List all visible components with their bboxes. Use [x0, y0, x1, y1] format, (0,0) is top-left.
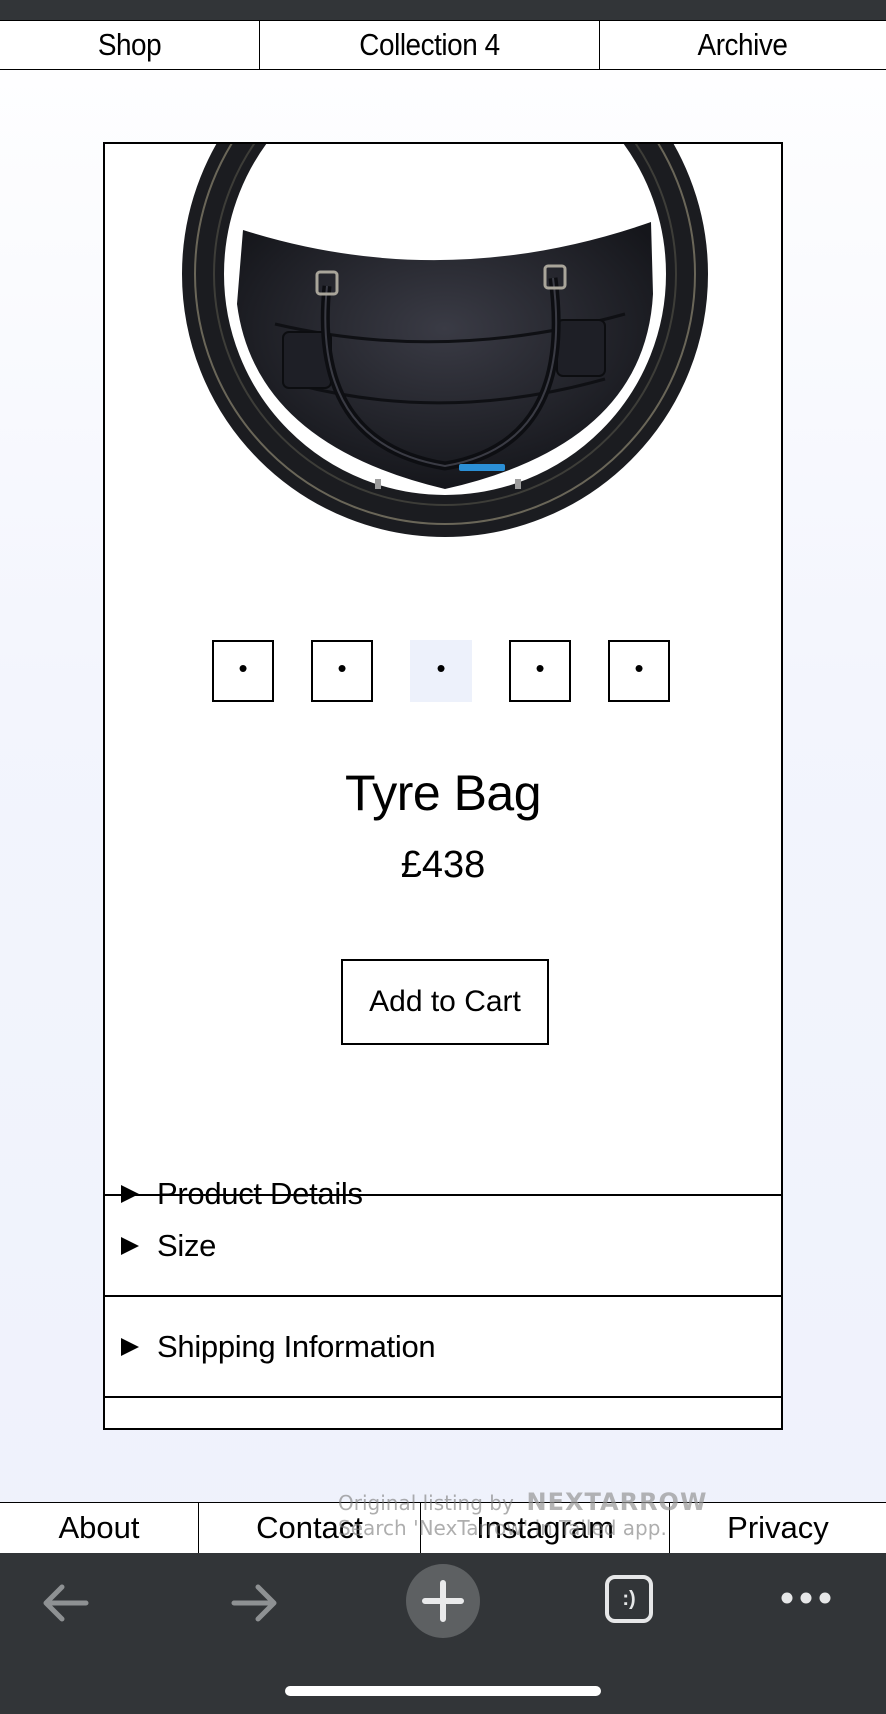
add-to-cart-button[interactable]: Add to Cart	[341, 959, 549, 1045]
thumbnail-dot: •	[436, 653, 446, 683]
divider	[105, 1396, 781, 1398]
footer-navigation: About Contact Instagram Privacy	[0, 1502, 886, 1553]
product-image-tyre-bag[interactable]	[105, 144, 781, 704]
footer-contact[interactable]: Contact	[199, 1503, 420, 1553]
expand-triangle-icon	[121, 1237, 139, 1255]
nav-divider	[259, 21, 260, 69]
footer-privacy[interactable]: Privacy	[670, 1503, 886, 1553]
more-dots-icon[interactable]	[780, 1589, 832, 1607]
expand-triangle-icon	[121, 1338, 139, 1356]
thumbnail-3-active[interactable]: •	[410, 640, 472, 702]
thumbnail-dot: •	[238, 653, 248, 683]
product-title: Tyre Bag	[344, 765, 542, 821]
thumbnail-4[interactable]: •	[509, 640, 571, 702]
thumbnail-strip: • • • • •	[212, 640, 674, 706]
accordion-label: Size	[157, 1228, 217, 1263]
thumbnail-1[interactable]: •	[212, 640, 274, 702]
accordion-label: Shipping Information	[157, 1329, 436, 1364]
product-price: £438	[400, 844, 486, 886]
status-strip	[0, 0, 886, 20]
thumbnail-dot: •	[337, 653, 347, 683]
nav-collection-4[interactable]: Collection 4	[277, 21, 582, 69]
tab-switcher-label: :)	[622, 1587, 636, 1610]
tab-switcher-icon[interactable]: :)	[605, 1575, 653, 1623]
back-arrow-icon[interactable]	[40, 1581, 90, 1625]
nav-archive[interactable]: Archive	[614, 21, 871, 69]
home-indicator[interactable]	[285, 1686, 601, 1696]
accordion-shipping-information[interactable]: Shipping Information	[105, 1297, 781, 1397]
thumbnail-2[interactable]: •	[311, 640, 373, 702]
new-tab-plus-icon[interactable]	[405, 1563, 481, 1639]
product-card: • • • • • Tyre Bag £438 Add to Cart Prod…	[103, 142, 783, 1430]
thumbnail-dot: •	[535, 653, 545, 683]
nav-shop[interactable]: Shop	[13, 21, 246, 69]
top-navigation: Shop Collection 4 Archive	[0, 20, 886, 70]
footer-instagram[interactable]: Instagram	[421, 1503, 669, 1553]
thumbnail-dot: •	[634, 653, 644, 683]
forward-arrow-icon[interactable]	[230, 1581, 280, 1625]
thumbnail-5[interactable]: •	[608, 640, 670, 702]
footer-about[interactable]: About	[0, 1503, 198, 1553]
accordion-size[interactable]: Size	[105, 1196, 781, 1296]
nav-divider	[599, 21, 600, 69]
